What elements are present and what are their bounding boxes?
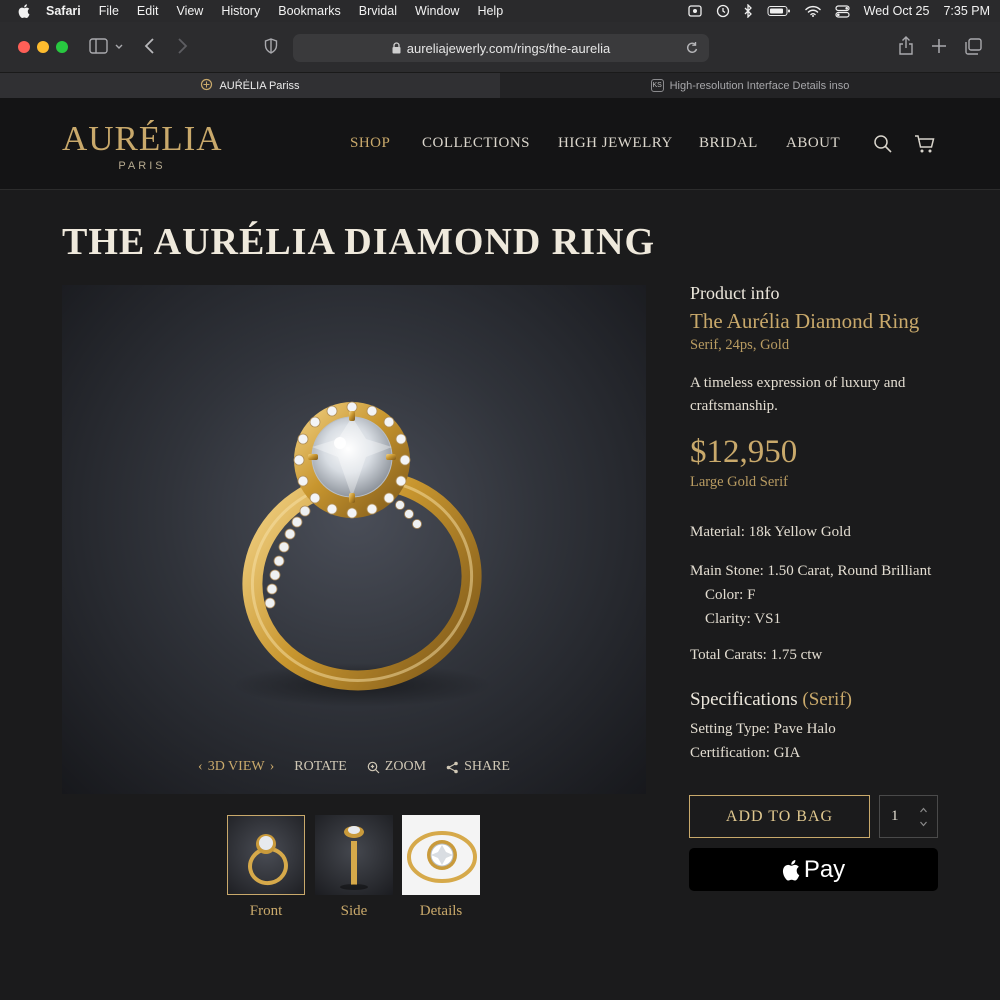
menu-view[interactable]: View	[176, 4, 203, 18]
stepper-arrows-icon[interactable]	[919, 806, 928, 833]
address-bar[interactable]: aureliajewerly.com/rings/the-aurelia	[293, 34, 709, 62]
menu-help[interactable]: Help	[477, 4, 503, 18]
rotate-button[interactable]: ROTATE	[294, 759, 347, 775]
ring-image	[232, 401, 492, 707]
product-price: $12,950	[690, 434, 798, 470]
tab-label: High-resolution Interface Details inso	[669, 79, 850, 92]
screen-share-icon[interactable]	[688, 5, 702, 17]
share-label: SHARE	[464, 759, 510, 774]
product-image-viewer[interactable]: ‹ 3D VIEW › ROTATE ZOOM SHARE	[62, 285, 646, 794]
tab-favicon: KS	[650, 79, 664, 92]
specifications-heading: Specifications (Serif)	[690, 689, 852, 711]
spec-main-stone: Main Stone: 1.50 Carat, Round Brilliant	[690, 563, 932, 579]
control-center-icon[interactable]	[835, 4, 850, 18]
battery-icon[interactable]	[767, 5, 791, 17]
url-text: aureliajewerly.com/rings/the-aurelia	[406, 40, 611, 56]
zoom-button[interactable]: ZOOM	[367, 759, 426, 775]
apple-pay-button[interactable]: Pay	[689, 848, 938, 891]
product-description: A timeless expression of luxury and craf…	[690, 375, 906, 414]
view-3d-button[interactable]: ‹ 3D VIEW ›	[198, 759, 274, 775]
thumbnail-side[interactable]	[315, 815, 393, 895]
menu-history[interactable]: History	[221, 4, 260, 18]
logo-subtitle: PARIS	[118, 160, 166, 172]
lock-icon	[392, 42, 401, 54]
tab-label: AUŔĖLIA Pariss	[219, 79, 300, 92]
spec-certification: Certification: GIA	[690, 745, 801, 761]
fullscreen-window-button[interactable]	[56, 41, 68, 53]
thumbnail-front[interactable]	[227, 815, 305, 895]
menu-edit[interactable]: Edit	[137, 4, 159, 18]
add-to-bag-button[interactable]: ADD TO BAG	[689, 795, 870, 838]
quantity-stepper[interactable]: 1	[879, 795, 938, 838]
spec-total-carats: Total Carats: 1.75 ctw	[690, 647, 823, 663]
menu-bookmarks[interactable]: Bookmarks	[278, 4, 341, 18]
clock-date[interactable]: Wed Oct 25	[864, 4, 930, 18]
thumbnail-label-front: Front	[249, 903, 283, 919]
tab-interface-details[interactable]: KS High-resolution Interface Details ins…	[500, 73, 1000, 98]
sidebar-toggle-icon[interactable]	[89, 36, 123, 61]
menu-window[interactable]: Window	[415, 4, 459, 18]
tab-overview-icon[interactable]	[964, 36, 982, 61]
apple-menu-icon[interactable]	[16, 4, 32, 18]
thumbnail-label-details: Details	[419, 903, 463, 919]
viewer-controls: ‹ 3D VIEW › ROTATE ZOOM SHARE	[62, 759, 646, 775]
specifications-note: (Serif)	[802, 689, 852, 710]
apple-logo-icon	[782, 859, 800, 880]
browser-toolbar: aureliajewerly.com/rings/the-aurelia	[0, 22, 1000, 72]
view-3d-label: 3D VIEW	[207, 759, 265, 774]
ring-favicon-icon	[200, 78, 213, 94]
share-nodes-icon	[446, 761, 458, 773]
nav-high-jewelry[interactable]: HIGH JEWELRY	[558, 135, 673, 152]
quantity-value: 1	[891, 808, 899, 824]
menu-app-safari[interactable]: Safari	[46, 4, 81, 18]
menu-brvidal[interactable]: Brvidal	[359, 4, 397, 18]
reload-icon[interactable]	[685, 40, 699, 59]
share-button[interactable]: SHARE	[446, 759, 510, 775]
price-meta: Large Gold Serif	[690, 474, 788, 490]
thumbnail-label-side: Side	[340, 903, 368, 919]
macos-menu-bar: Safari File Edit View History Bookmarks …	[0, 0, 1000, 22]
close-window-button[interactable]	[18, 41, 30, 53]
menu-file[interactable]: File	[99, 4, 119, 18]
wifi-icon[interactable]	[804, 5, 821, 17]
share-icon[interactable]	[898, 36, 914, 61]
product-name-meta: Serif, 24ps, Gold	[690, 337, 790, 353]
spec-color: Color: F	[705, 587, 756, 603]
new-tab-icon[interactable]	[931, 36, 947, 61]
product-title: THE AURÉLIA DIAMOND RING	[62, 221, 656, 263]
clock-time[interactable]: 7:35 PM	[943, 4, 990, 18]
zoom-label: ZOOM	[384, 759, 427, 774]
spec-setting-type: Setting Type: Pave Halo	[690, 721, 836, 737]
privacy-shield-icon[interactable]	[264, 36, 278, 61]
chevron-right-icon: ›	[269, 759, 275, 774]
tab-bar: AUŔĖLIA Pariss KS High-resolution Interf…	[0, 72, 1000, 98]
product-name: The Aurélia Diamond Ring	[690, 309, 920, 333]
chevron-left-icon: ‹	[198, 759, 203, 774]
zoom-icon	[367, 761, 380, 773]
thumbnail-side-image	[340, 826, 368, 890]
thumbnail-details-image	[407, 831, 477, 883]
back-icon[interactable]	[144, 36, 156, 61]
search-icon[interactable]	[873, 134, 893, 159]
product-info-heading: Product info	[690, 283, 780, 303]
apple-pay-label: Pay	[803, 855, 846, 883]
site-header: AURÉLIA PARIS SHOP COLLECTIONS HIGH JEWE…	[0, 98, 1000, 190]
time-machine-icon[interactable]	[716, 4, 730, 18]
spec-clarity: Clarity: VS1	[705, 611, 781, 627]
nav-shop[interactable]: SHOP	[350, 135, 390, 152]
bluetooth-icon[interactable]	[744, 4, 753, 18]
nav-collections[interactable]: COLLECTIONS	[422, 135, 530, 152]
minimize-window-button[interactable]	[37, 41, 49, 53]
spec-material: Material: 18k Yellow Gold	[690, 524, 851, 540]
cart-icon[interactable]	[914, 134, 936, 159]
nav-about[interactable]: ABOUT	[786, 135, 840, 152]
logo-wordmark: AURÉLIA	[62, 119, 223, 158]
tab-aurelia[interactable]: AUŔĖLIA Pariss	[0, 73, 500, 98]
thumbnail-details[interactable]	[402, 815, 480, 895]
thumbnail-front-image	[248, 834, 288, 886]
forward-icon[interactable]	[176, 36, 188, 61]
nav-bridal[interactable]: BRIDAL	[699, 135, 758, 152]
specifications-title: Specifications	[690, 689, 798, 710]
brand-logo[interactable]: AURÉLIA PARIS	[62, 119, 223, 173]
